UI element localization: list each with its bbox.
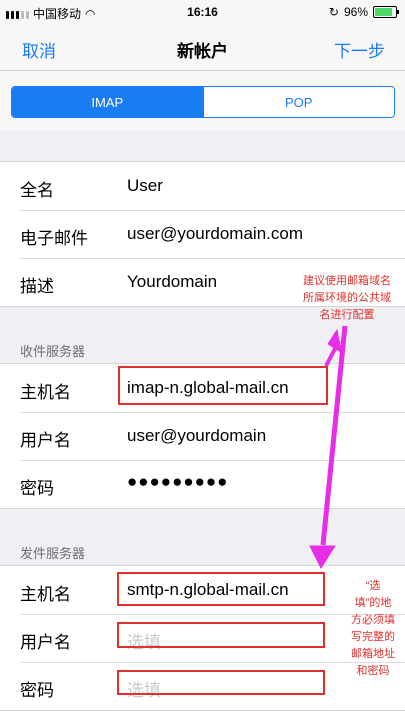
status-bar: 中国移动 ◠ 16:16 ↻ 96% [0, 0, 405, 26]
optional-fields-note: “选 填”的地 方必须填 写完整的 邮箱地址 和密码 [342, 578, 404, 680]
email-field[interactable]: user@yourdomain.com [127, 224, 303, 244]
optional-fields-line: 和密码 [356, 665, 390, 677]
incoming-user-field[interactable]: user@yourdomain [127, 426, 266, 446]
domain-advice-note: 建议使用邮箱域名 所属环境的公共域 名进行配置 [290, 273, 404, 324]
protocol-segmented-control: IMAP POP [11, 86, 395, 118]
name-field[interactable]: User [127, 176, 163, 196]
incoming-user-label: 用户名 [20, 431, 71, 450]
incoming-host-label: 主机名 [20, 383, 71, 402]
outgoing-host-highlight [117, 572, 325, 606]
protocol-segment-area: IMAP POP [0, 71, 405, 131]
domain-advice-line: 所属环境的公共域 [303, 292, 391, 304]
nav-bar: 取消 新帐户 下一步 [0, 26, 405, 71]
incoming-host-highlight [118, 366, 328, 405]
optional-fields-line: 邮箱地址 [351, 648, 395, 660]
outgoing-password-label: 密码 [20, 681, 54, 700]
incoming-server-header: 收件服务器 [20, 344, 86, 359]
domain-advice-line: 建议使用邮箱域名 [303, 275, 391, 287]
optional-fields-line: 写完整的 [351, 631, 395, 643]
name-label: 全名 [20, 181, 54, 200]
description-label: 描述 [20, 277, 54, 296]
incoming-password-field[interactable]: ●●●●●●●●● [127, 472, 228, 492]
orientation-lock-icon: ↻ [328, 5, 339, 19]
outgoing-user-highlight [117, 622, 325, 648]
email-row[interactable]: 电子邮件 user@yourdomain.com [0, 210, 405, 258]
optional-fields-line: 方必须填 [351, 614, 395, 626]
status-right: ↻ 96% [328, 5, 399, 19]
segment-pop[interactable]: POP [202, 87, 394, 117]
arrow-to-incoming-host [327, 328, 342, 354]
outgoing-user-label: 用户名 [20, 633, 71, 652]
name-row[interactable]: 全名 User [0, 162, 405, 210]
battery-icon [373, 6, 399, 18]
description-field[interactable]: Yourdomain [127, 272, 217, 292]
domain-advice-line: 名进行配置 [319, 309, 375, 321]
battery-fill [375, 8, 393, 16]
optional-fields-line: “选 [365, 580, 381, 592]
segment-imap[interactable]: IMAP [12, 87, 203, 117]
next-button[interactable]: 下一步 [334, 37, 385, 62]
incoming-password-label: 密码 [20, 479, 54, 498]
incoming-user-row[interactable]: 用户名 user@yourdomain [0, 412, 405, 460]
outgoing-password-highlight [117, 670, 325, 695]
incoming-password-row[interactable]: 密码 ●●●●●●●●● [0, 460, 405, 508]
optional-fields-line: 填”的地 [354, 597, 392, 609]
outgoing-server-header: 发件服务器 [20, 546, 86, 561]
battery-percent: 96% [343, 5, 368, 19]
email-label: 电子邮件 [20, 229, 88, 248]
outgoing-host-label: 主机名 [20, 585, 71, 604]
